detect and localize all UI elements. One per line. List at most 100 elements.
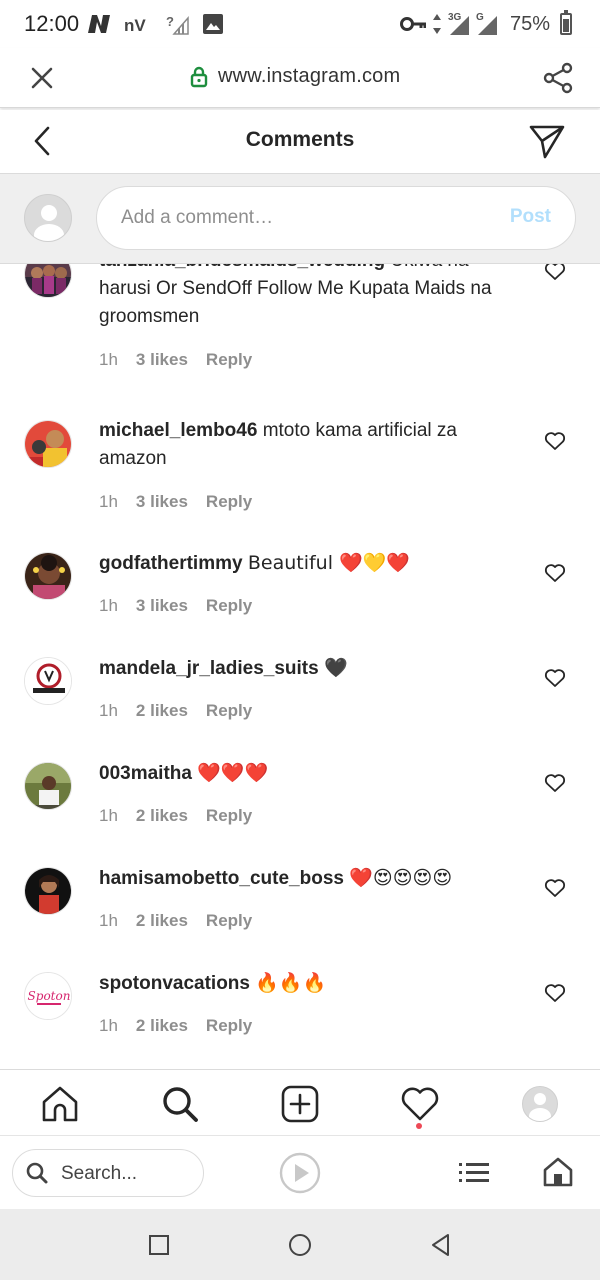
comment-time: 1h [99,596,118,615]
play-icon[interactable] [278,1151,322,1195]
comment-likes[interactable]: 2 likes [136,911,188,931]
profile-avatar[interactable] [522,1086,558,1122]
status-right-icons: 3G G 75% [399,10,572,38]
comments-header: Comments [0,110,600,174]
like-heart-icon[interactable] [544,773,566,793]
comment-username[interactable]: hamisamobetto_cute_boss [99,868,344,889]
nv-icon: nV [124,16,146,35]
avatar-photo [25,868,71,914]
avatar-photo [25,421,71,467]
no-signal-icon: ? [166,14,189,35]
comment-body: tanzania_bridesmaids_wedding Ukiwa na ha… [99,264,519,331]
reply-button[interactable]: Reply [206,350,252,370]
home-circle-icon[interactable] [287,1232,313,1258]
comment-likes[interactable]: 2 likes [136,806,188,826]
home-icon[interactable] [40,1084,80,1124]
status-left-icons: nV ? [86,10,224,38]
signal-icon [449,16,469,35]
commenter-avatar[interactable] [24,552,72,600]
direct-message-icon[interactable] [528,122,566,160]
like-heart-icon[interactable] [544,431,566,451]
like-heart-icon[interactable] [544,983,566,1003]
share-icon[interactable] [542,62,574,94]
comment-text: 🔥🔥🔥 [255,972,327,994]
notification-dot [416,1123,422,1129]
comment-meta: 1h 2 likes Reply [99,701,270,721]
comment-likes[interactable]: 3 likes [136,492,188,512]
commenter-avatar[interactable] [24,264,72,298]
reply-button[interactable]: Reply [206,596,252,616]
search-icon [26,1162,48,1184]
commenter-avatar[interactable]: Spoton [24,972,72,1020]
svg-text:Spoton: Spoton [28,989,71,1003]
comment-time: 1h [99,911,118,930]
commenter-avatar[interactable] [24,657,72,705]
recents-icon[interactable] [146,1232,172,1258]
comment-text: ❤️😍😍😍😍 [349,867,453,889]
commenter-avatar[interactable] [24,867,72,915]
reply-button[interactable]: Reply [206,911,252,931]
comment-input[interactable] [121,187,481,249]
comment-meta: 1h 2 likes Reply [99,911,270,931]
svg-text:nV: nV [124,16,146,35]
comment-body: godfathertimmy Beautiful ❤️💛❤️ [99,549,519,578]
comment-meta: 1h 2 likes Reply [99,806,270,826]
reply-button[interactable]: Reply [206,701,252,721]
reply-button[interactable]: Reply [206,806,252,826]
spoton-logo-icon: Spoton [25,973,71,1019]
status-bar: 12:00 nV ? 3G G 75% [0,0,600,48]
like-heart-icon[interactable] [544,264,566,281]
search-icon[interactable] [160,1084,200,1124]
svg-text:?: ? [166,14,174,29]
comment-likes[interactable]: 3 likes [136,596,188,616]
comment-text: 🖤 [323,657,348,679]
comment-time: 1h [99,806,118,825]
url-display[interactable]: www.instagram.com [190,65,400,88]
comment-likes[interactable]: 2 likes [136,1016,188,1036]
comment-text: Ukiwa na harusi Or SendOff Follow Me Kup… [99,264,492,327]
add-comment-bar: Post [0,174,600,264]
like-heart-icon[interactable] [544,878,566,898]
comment-likes[interactable]: 2 likes [136,701,188,721]
comment-username[interactable]: 003maitha [99,763,192,784]
comment-meta: 1h 3 likes Reply [99,596,270,616]
close-icon[interactable] [28,64,56,92]
commenter-avatar[interactable] [24,762,72,810]
reply-button[interactable]: Reply [206,1016,252,1036]
comment-meta: 1h 3 likes Reply [99,350,270,370]
comment-username[interactable]: michael_lembo46 [99,420,257,441]
comment-time: 1h [99,701,118,720]
activity-heart-icon[interactable] [400,1084,440,1124]
commenter-avatar[interactable] [24,420,72,468]
browser-search-box[interactable]: Search... [12,1149,204,1197]
n-logo-icon [88,15,110,33]
comments-list: tanzania_bridesmaids_wedding Ukiwa na ha… [0,264,600,1069]
avatar-photo [25,553,71,599]
avatar-photo [25,264,71,297]
back-triangle-icon[interactable] [428,1232,454,1258]
mandela-logo-icon [25,658,71,704]
comment-time: 1h [99,1016,118,1035]
key-icon [399,17,426,31]
battery-percent: 75% [509,12,550,35]
browser-home-icon[interactable] [542,1156,574,1188]
comment-likes[interactable]: 3 likes [136,350,188,370]
menu-list-icon[interactable] [458,1160,490,1186]
reply-button[interactable]: Reply [206,492,252,512]
status-time: 12:00 [24,11,80,36]
comment-text: Beautiful ❤️💛❤️ [247,552,411,574]
comment-username[interactable]: tanzania_bridesmaids_wedding [99,264,385,271]
comment-body: 003maitha ❤️❤️❤️ [99,759,519,788]
comment-time: 1h [99,492,118,511]
like-heart-icon[interactable] [544,563,566,583]
like-heart-icon[interactable] [544,668,566,688]
post-button[interactable]: Post [510,206,551,228]
android-nav-bar [0,1209,600,1280]
browser-search-placeholder: Search... [61,1163,138,1184]
comment-username[interactable]: godfathertimmy [99,553,243,574]
comment-username[interactable]: mandela_jr_ladies_suits [99,658,319,679]
new-post-icon[interactable] [280,1084,320,1124]
page-title: Comments [245,128,355,151]
comment-username[interactable]: spotonvacations [99,973,250,994]
data-arrows-icon [432,14,441,34]
